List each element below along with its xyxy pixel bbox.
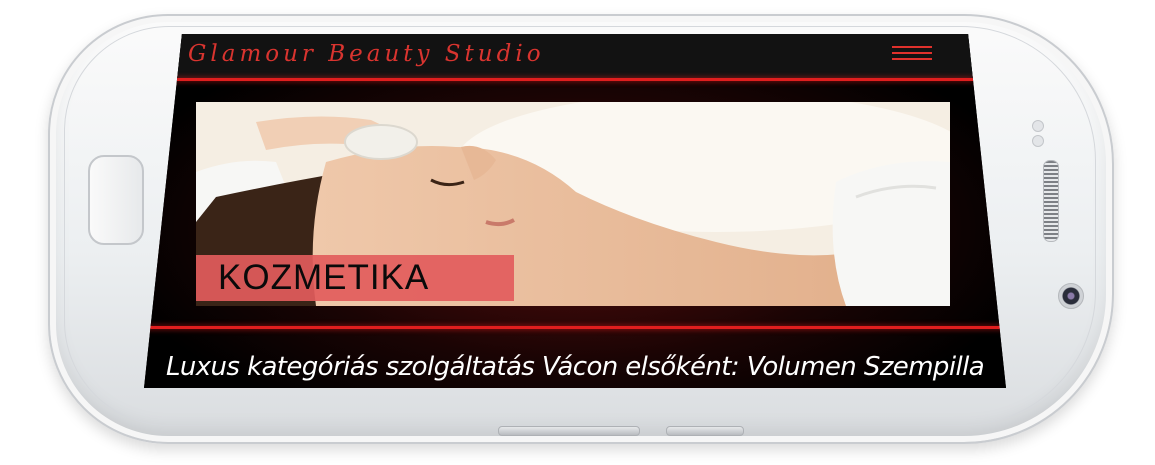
site-header: Glamour Beauty Studio	[144, 34, 1006, 78]
phone-screen: Glamour Beauty Studio KOZMETIKA Luxus ka…	[144, 34, 1006, 388]
home-button-icon[interactable]	[88, 155, 144, 245]
menu-bar	[892, 46, 932, 48]
front-camera-icon	[1058, 283, 1084, 309]
hero-category-text: KOZMETIKA	[218, 258, 430, 297]
promo-tagline[interactable]: Luxus kategóriás szolgáltatás Vácon első…	[144, 352, 1006, 382]
light-sensor-icon	[1032, 135, 1044, 147]
speaker-grille-icon	[1043, 160, 1059, 242]
menu-bar	[892, 58, 932, 60]
site-brand[interactable]: Glamour Beauty Studio	[188, 41, 545, 67]
volume-button[interactable]	[498, 426, 640, 436]
hamburger-icon[interactable]	[892, 44, 932, 62]
content-divider	[144, 326, 1006, 329]
hero-category-label[interactable]: KOZMETIKA	[196, 255, 514, 301]
menu-bar	[892, 52, 932, 54]
header-divider	[174, 78, 974, 81]
hero-banner[interactable]: KOZMETIKA	[196, 102, 950, 306]
proximity-sensor-icon	[1032, 120, 1044, 132]
power-button[interactable]	[666, 426, 744, 436]
